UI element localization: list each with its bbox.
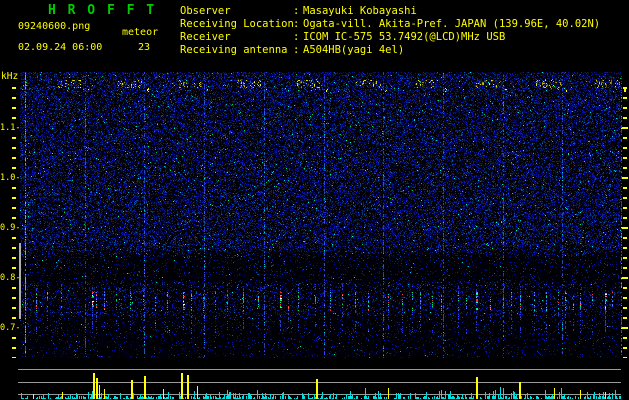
y-axis-minor-tick-right	[623, 187, 627, 189]
y-axis-minor-tick	[12, 97, 16, 99]
info-colon: :	[293, 5, 300, 17]
datetime-label: 02.09.24 06:00	[18, 42, 103, 53]
y-axis-minor-tick-right	[623, 257, 627, 259]
app-title: H R O F F T	[48, 3, 157, 18]
info-row: Receiving Location: Ogata-vill. Akita-Pre…	[180, 18, 600, 31]
y-axis-label: 0.8-	[0, 273, 21, 283]
y-axis-minor-tick-right	[623, 217, 627, 219]
y-axis-minor-tick-right	[623, 147, 627, 149]
y-axis-unit-label: kHz	[1, 71, 19, 82]
scale-bar	[19, 243, 21, 319]
y-axis-minor-tick	[12, 257, 16, 259]
y-axis-minor-tick	[12, 347, 16, 349]
y-axis-minor-tick	[12, 287, 16, 289]
y-axis-minor-tick-right	[623, 317, 627, 319]
info-label: Observer	[180, 5, 231, 17]
y-axis-minor-tick	[12, 137, 16, 139]
info-colon: :	[293, 18, 300, 30]
y-axis-minor-tick-right	[623, 117, 627, 119]
y-axis-label: 1.1-	[0, 123, 21, 133]
mode-label: meteor	[122, 27, 159, 38]
y-axis-minor-tick-right	[623, 237, 627, 239]
y-axis-label: 1.0-	[0, 173, 21, 183]
meteor-count-label: 23	[138, 42, 151, 53]
y-axis-minor-tick-right	[623, 297, 627, 299]
y-axis-minor-tick-right	[623, 197, 627, 199]
info-label: Receiving antenna	[180, 44, 288, 56]
y-axis-minor-tick-right	[623, 97, 627, 99]
y-axis-minor-tick	[12, 117, 16, 119]
info-colon: :	[293, 44, 300, 56]
info-value: ICOM IC-575 53.7492(@LCD)MHz USB	[303, 31, 506, 43]
observer-info-block: Observer: Masayuki Kobayashi Receiving Loc…	[180, 5, 600, 57]
y-axis-minor-tick	[12, 307, 16, 309]
y-axis-minor-tick	[12, 247, 16, 249]
y-axis-label: 0.7-	[0, 323, 21, 333]
y-axis-minor-tick-right	[623, 137, 627, 139]
y-axis-minor-tick-right	[623, 287, 627, 289]
y-axis-minor-tick	[12, 297, 16, 299]
y-axis-minor-tick-right	[623, 207, 627, 209]
y-axis-minor-tick	[12, 237, 16, 239]
info-label: Receiver	[180, 31, 231, 43]
y-axis-minor-tick-right	[623, 347, 627, 349]
y-axis-minor-tick	[12, 197, 16, 199]
y-axis-minor-tick	[12, 207, 16, 209]
y-axis-minor-tick	[12, 87, 16, 89]
filename-label: 09240600.png	[18, 21, 91, 32]
y-axis-minor-tick-right	[623, 267, 627, 269]
spectrogram-canvas	[19, 72, 623, 368]
info-value: Masayuki Kobayashi	[303, 5, 417, 17]
info-value: A504HB(yagi 4el)	[303, 44, 405, 56]
info-row: Receiver: ICOM IC-575 53.7492(@LCD)MHz US…	[180, 31, 600, 44]
y-axis-minor-tick	[12, 337, 16, 339]
y-axis-minor-tick	[12, 167, 16, 169]
hrofft-window: H R O F F T 09240600.png meteor 02.09.24…	[0, 0, 629, 400]
y-axis-minor-tick	[12, 217, 16, 219]
y-axis-minor-tick-right	[623, 337, 627, 339]
y-axis-minor-tick-right	[623, 167, 627, 169]
info-row: Receiving antenna: A504HB(yagi 4el)	[180, 44, 600, 57]
y-axis-minor-tick	[12, 157, 16, 159]
y-axis-minor-tick-right	[623, 307, 627, 309]
y-axis-minor-tick	[12, 147, 16, 149]
y-axis-minor-tick	[12, 267, 16, 269]
y-axis-minor-tick	[12, 187, 16, 189]
y-axis-minor-tick-right	[623, 247, 627, 249]
y-axis-minor-tick	[12, 317, 16, 319]
info-colon: :	[293, 31, 300, 43]
info-label: Receiving Location	[180, 18, 294, 30]
y-axis-minor-tick	[12, 107, 16, 109]
y-axis-label: 0.9-	[0, 223, 21, 233]
y-axis-minor-tick-right	[623, 107, 627, 109]
info-row: Observer: Masayuki Kobayashi	[180, 5, 600, 18]
activity-strip-canvas	[0, 358, 629, 400]
minute-tick	[624, 88, 626, 92]
y-axis-minor-tick-right	[623, 157, 627, 159]
info-value: Ogata-vill. Akita-Pref. JAPAN (139.96E, …	[303, 18, 601, 30]
